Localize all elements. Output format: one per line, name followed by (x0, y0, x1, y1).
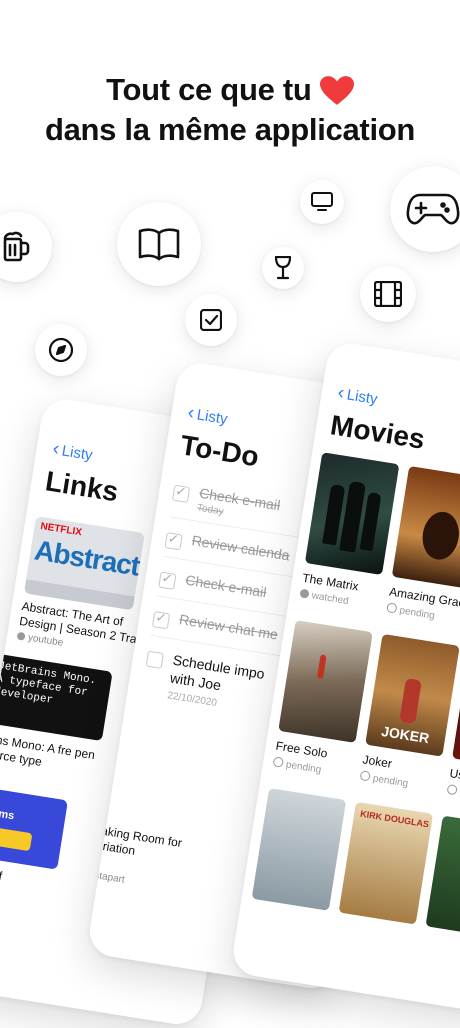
beer-mug-icon (2, 231, 32, 263)
todo-title: To-Do (178, 429, 261, 473)
todo-date: Today (196, 503, 224, 518)
todo-checkbox[interactable] (152, 611, 170, 629)
chevron-left-icon: ‹ (51, 438, 61, 460)
links-back-label: Listy (61, 442, 94, 464)
beer-mug-bubble (0, 212, 52, 282)
tv-icon (311, 192, 333, 212)
pending-icon (386, 602, 397, 613)
todo-checkbox[interactable] (158, 572, 176, 590)
todo-checkbox[interactable] (172, 485, 190, 503)
todo-date: 22/10/2020 (166, 690, 217, 709)
chevron-left-icon: ‹ (336, 382, 346, 404)
movie-status-text: watched (311, 590, 350, 607)
movie-status-text: pending (285, 759, 322, 775)
heart-icon (320, 76, 354, 110)
compass-bubble (35, 324, 87, 376)
pending-icon (360, 770, 371, 781)
movie-poster-ace-in-the-hole[interactable]: KIRK DOUGLAS (339, 802, 434, 925)
checkbox-icon (200, 309, 222, 331)
link-thumbnail-jetbrains[interactable]: JetBrains Mono. A typeface for developer (0, 653, 113, 741)
link-thumbnail-abstract[interactable]: NETFLIX Abstract (24, 516, 145, 610)
book-icon (137, 227, 181, 261)
wine-glass-bubble (262, 247, 304, 289)
abstract-logo-text: Abstract (32, 534, 141, 582)
movie-status: pending (359, 770, 409, 789)
compass-icon (48, 337, 74, 363)
movie-status-text: pending (372, 773, 409, 789)
watched-icon (299, 588, 309, 598)
movie-poster-free-solo[interactable] (278, 620, 373, 743)
tv-bubble (300, 180, 344, 224)
todo-back-label: Listy (196, 406, 229, 428)
todo-checkbox[interactable] (146, 651, 164, 669)
movie-status: pending (272, 756, 322, 775)
headline-line-1: Tout ce que tu (0, 70, 460, 110)
wine-glass-icon (274, 256, 292, 280)
movie-poster[interactable] (425, 816, 460, 939)
movies-back-label: Listy (346, 386, 379, 408)
movie-poster-the-matrix[interactable] (305, 452, 400, 575)
pending-icon (273, 756, 284, 767)
movie-status: pending (386, 602, 436, 621)
headline-text-2: dans la même application (0, 110, 460, 150)
movie-poster[interactable] (252, 788, 347, 911)
headline: Tout ce que tu dans la même application (0, 70, 460, 150)
movie-title: Joker (362, 752, 393, 770)
headline-text-1: Tout ce que tu (106, 72, 311, 107)
jetbrains-thumb-text: JetBrains Mono. A typeface for developer (0, 660, 106, 715)
movies-title: Movies (328, 409, 427, 455)
todo-back-button[interactable]: ‹Listy (186, 402, 229, 430)
movie-status: pending (446, 784, 460, 803)
movie-title: Us (449, 766, 460, 782)
source-icon (17, 632, 26, 641)
book-bubble (117, 202, 201, 286)
movie-status-text: pending (399, 605, 436, 621)
movie-poster-amazing-grace[interactable] (392, 466, 460, 589)
teams-thumb-text: 01 Teams (0, 803, 15, 823)
film-bubble (360, 266, 416, 322)
movie-poster-joker[interactable]: JOKER (365, 634, 460, 757)
checkbox-bubble (185, 294, 237, 346)
movies-back-button[interactable]: ‹Listy (336, 382, 379, 410)
pending-icon (446, 784, 457, 795)
movie-status: watched (299, 588, 349, 607)
links-back-button[interactable]: ‹Listy (51, 438, 94, 466)
link-thumbnail-teams[interactable]: 01 Teams (0, 783, 68, 869)
gamepad-icon (406, 192, 460, 226)
chevron-left-icon: ‹ (186, 402, 196, 424)
links-title: Links (43, 465, 120, 508)
todo-checkbox[interactable] (164, 532, 182, 550)
film-icon (374, 281, 402, 307)
todo-text: Review calenda (191, 532, 291, 563)
gamepad-bubble (390, 166, 460, 252)
